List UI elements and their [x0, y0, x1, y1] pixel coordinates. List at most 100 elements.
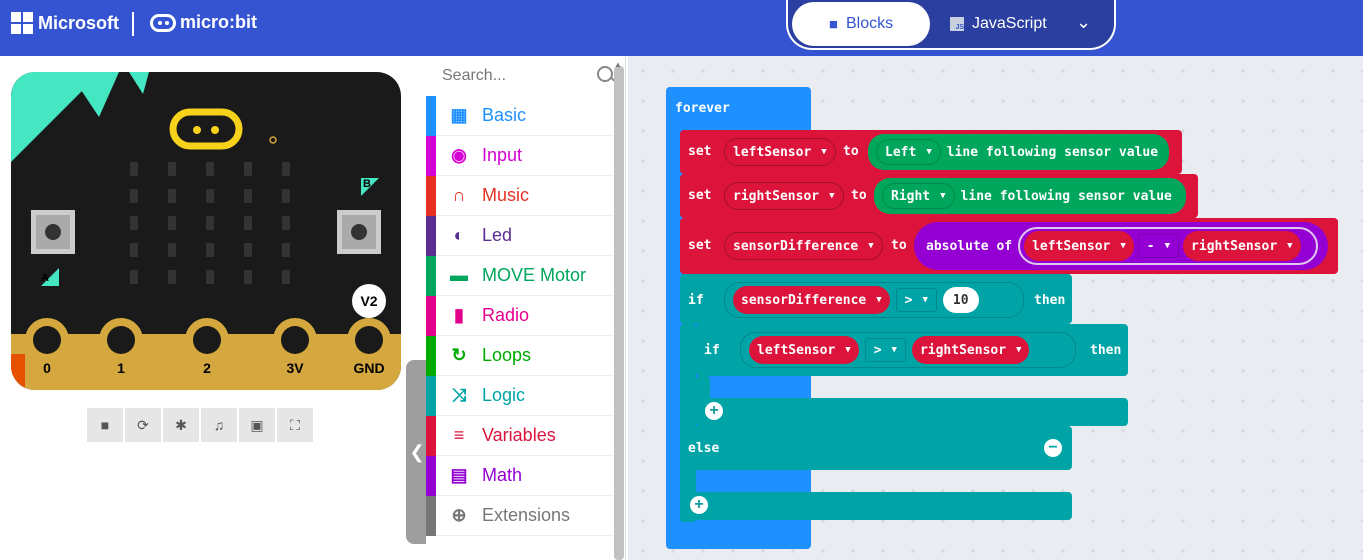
led-pixel — [282, 189, 290, 203]
loop-icon: ↻ — [451, 345, 467, 365]
input-icon: ◉ — [451, 145, 467, 165]
led-pixel — [168, 216, 176, 230]
header-divider — [132, 12, 134, 36]
javascript-icon: JS — [950, 17, 964, 31]
category-color-stripe — [426, 495, 436, 536]
category-math[interactable]: ▤ Math — [426, 455, 614, 496]
stop-icon[interactable]: ■ — [87, 408, 123, 442]
led-pixel — [282, 243, 290, 257]
add-else-icon[interactable]: + — [705, 402, 723, 420]
shuffle-icon: ⤨ — [451, 385, 467, 405]
javascript-tab-label: JavaScript — [972, 15, 1047, 32]
category-label: Logic — [482, 385, 526, 405]
absolute-block[interactable]: absolute of leftSensor - rightSensor — [914, 222, 1328, 270]
button-a[interactable] — [31, 210, 75, 254]
category-led[interactable]: ◐ Led — [426, 215, 614, 256]
search-icon[interactable] — [597, 66, 613, 82]
number-input[interactable]: 10 — [942, 287, 979, 313]
led-pixel — [130, 162, 138, 176]
category-extensions[interactable]: ⊕ Extensions — [426, 495, 614, 536]
led-pixel — [130, 243, 138, 257]
led-pixel — [168, 270, 176, 284]
category-variables[interactable]: ≡ Variables — [426, 415, 614, 456]
forever-label: forever — [675, 101, 730, 116]
pin-2[interactable] — [185, 318, 229, 390]
var-right-reporter[interactable]: rightSensor — [911, 336, 1030, 364]
led-pixel — [244, 162, 252, 176]
if-label: if — [704, 343, 720, 358]
var-dropdown[interactable]: sensorDifference — [724, 232, 883, 260]
editor-toggle: ■ Blocks JS JavaScript ⌄ — [786, 0, 1116, 50]
led-pixel — [130, 216, 138, 230]
screenshot-icon[interactable]: ▣ — [239, 408, 275, 442]
pin-3v[interactable] — [273, 318, 317, 390]
remove-else-icon[interactable]: − — [1044, 439, 1062, 457]
search-input[interactable]: Search... — [426, 56, 614, 96]
microsoft-label: Microsoft — [38, 12, 119, 33]
category-move-motor[interactable]: ▬ MOVE Motor — [426, 255, 614, 296]
sensor-label: line following sensor value — [960, 188, 1172, 204]
debug-icon[interactable]: ✱ — [163, 408, 199, 442]
compare-block[interactable]: sensorDifference > 10 — [724, 282, 1024, 318]
button-b[interactable] — [337, 210, 381, 254]
toolbox-scrollbar[interactable] — [614, 66, 624, 560]
sensor-block-left[interactable]: Left line following sensor value — [868, 134, 1169, 170]
category-color-stripe — [426, 135, 436, 176]
collapse-simulator-button[interactable]: ❮ — [406, 360, 428, 544]
pin-gnd[interactable] — [347, 318, 391, 390]
operator-dropdown[interactable]: > — [895, 288, 937, 312]
var-diff-reporter[interactable]: sensorDifference — [733, 286, 890, 314]
list-icon: ≡ — [453, 425, 465, 445]
scroll-up-icon[interactable]: ▲ — [614, 60, 622, 69]
category-input[interactable]: ◉ Input — [426, 135, 614, 176]
led-pixel — [168, 243, 176, 257]
microbit-label: micro:bit — [180, 12, 258, 32]
subtract-block[interactable]: leftSensor - rightSensor — [1018, 227, 1319, 265]
side-dropdown[interactable]: Right — [882, 183, 955, 209]
var-dropdown[interactable]: rightSensor — [724, 182, 844, 210]
puzzle-icon: ■ — [828, 15, 838, 33]
restart-icon[interactable]: ⟳ — [125, 408, 161, 442]
category-label: Music — [482, 185, 530, 205]
pin-1[interactable] — [99, 318, 143, 390]
var-left-reporter[interactable]: leftSensor — [749, 336, 859, 364]
var-right-reporter[interactable]: rightSensor — [1183, 231, 1301, 261]
pin-0[interactable] — [25, 318, 69, 390]
sound-icon[interactable]: ♫ — [201, 408, 237, 442]
category-color-stripe — [426, 215, 436, 256]
category-loops[interactable]: ↻ Loops — [426, 335, 614, 376]
fullscreen-icon[interactable]: ⛶ — [277, 408, 313, 442]
compare-block[interactable]: leftSensor > rightSensor — [740, 332, 1076, 368]
then-label: then — [1034, 293, 1066, 308]
led-pixel — [282, 216, 290, 230]
microsoft-logo[interactable]: Microsoft — [11, 12, 119, 34]
category-color-stripe — [426, 255, 436, 296]
led-pixel — [206, 216, 214, 230]
operator-dropdown[interactable]: > — [864, 338, 906, 362]
chevron-down-icon[interactable]: ⌄ — [1076, 12, 1091, 33]
chevron-left-icon: ❮ — [409, 441, 425, 462]
side-dropdown[interactable]: Left — [876, 139, 941, 165]
category-color-stripe — [426, 375, 436, 416]
signal-icon: ▮ — [454, 305, 464, 325]
add-elseif-icon[interactable]: + — [690, 496, 708, 514]
calculator-icon: ▤ — [450, 465, 468, 485]
category-basic[interactable]: ▦ Basic — [426, 95, 614, 136]
microbit-logo[interactable]: micro:bit — [150, 12, 257, 33]
sensor-label: line following sensor value — [946, 144, 1159, 160]
sensor-block-right[interactable]: Right line following sensor value — [874, 178, 1186, 214]
category-music[interactable]: ∩ Music — [426, 175, 614, 216]
category-color-stripe — [426, 335, 436, 376]
set-label: set — [688, 144, 712, 159]
var-left-reporter[interactable]: leftSensor — [1024, 231, 1134, 261]
else-section — [680, 426, 1072, 470]
category-radio[interactable]: ▮ Radio — [426, 295, 614, 336]
blocks-workspace[interactable]: forever set leftSensor to Left line foll… — [628, 56, 1363, 560]
var-dropdown[interactable]: leftSensor — [724, 138, 836, 166]
microbit-icon — [150, 13, 176, 32]
javascript-tab[interactable]: JS JavaScript — [950, 2, 1047, 46]
blocks-tab[interactable]: ■ Blocks — [792, 2, 930, 46]
operator-dropdown[interactable]: - — [1137, 234, 1180, 258]
category-logic[interactable]: ⤨ Logic — [426, 375, 614, 416]
to-label: to — [891, 238, 907, 253]
